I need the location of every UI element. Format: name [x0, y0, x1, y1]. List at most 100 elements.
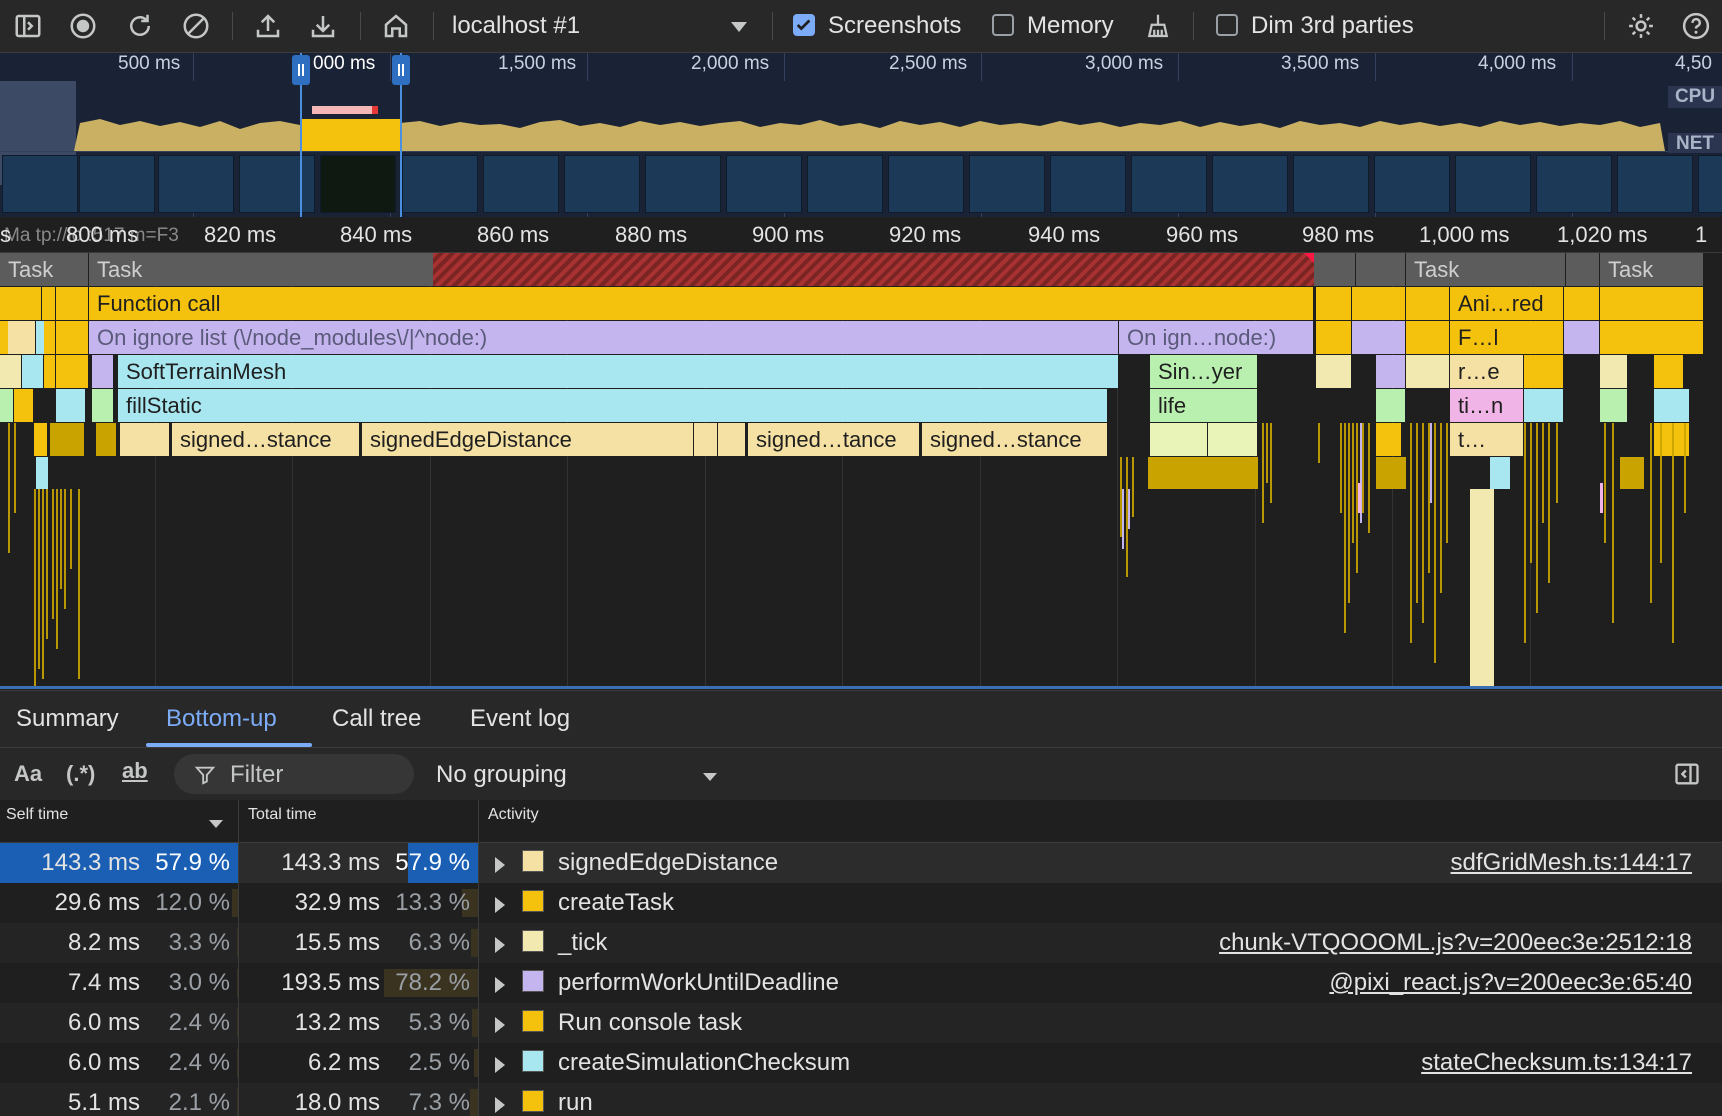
- screenshot-frame[interactable]: [320, 155, 396, 213]
- clear-button[interactable]: [178, 8, 214, 44]
- table-row[interactable]: 6.0 ms 2.4 % 6.2 ms 2.5 % createSimulationCh…: [0, 1043, 1722, 1083]
- flame-entry[interactable]: [1600, 321, 1704, 354]
- sort-descending-icon[interactable]: [208, 816, 224, 834]
- column-activity[interactable]: Activity: [488, 806, 539, 824]
- tab-call-tree[interactable]: Call tree: [332, 705, 421, 733]
- flame-entry[interactable]: r…e: [1450, 355, 1524, 388]
- target-select[interactable]: localhost #1: [452, 12, 580, 40]
- screenshot-frame[interactable]: [645, 155, 721, 213]
- flame-entry[interactable]: [1406, 321, 1450, 354]
- grouping-select[interactable]: No grouping: [436, 761, 567, 789]
- memory-checkbox[interactable]: [992, 14, 1014, 36]
- screenshot-frame[interactable]: [1050, 155, 1126, 213]
- screenshot-frame[interactable]: [79, 155, 155, 213]
- tab-summary[interactable]: Summary: [16, 705, 119, 733]
- filter-input[interactable]: Filter: [174, 754, 414, 794]
- expand-triangle-icon[interactable]: [494, 973, 506, 1001]
- selection-left-handle[interactable]: [292, 55, 310, 85]
- flame-task[interactable]: [1566, 253, 1600, 286]
- flame-animation-frame[interactable]: Ani…red: [1450, 287, 1564, 320]
- flame-fill-static[interactable]: fillStatic: [118, 389, 1108, 422]
- screenshot-frame[interactable]: [239, 155, 315, 213]
- memory-label[interactable]: Memory: [1027, 12, 1114, 40]
- source-link[interactable]: sdfGridMesh.ts:144:17: [1451, 849, 1692, 877]
- flame-entry[interactable]: [1564, 287, 1600, 320]
- flame-entry[interactable]: [1316, 355, 1352, 388]
- screenshots-label[interactable]: Screenshots: [828, 12, 961, 40]
- tab-event-log[interactable]: Event log: [470, 705, 570, 733]
- flame-chart[interactable]: Task Task Task Task Function call Ani…re…: [0, 253, 1722, 689]
- flame-entry[interactable]: [56, 321, 89, 354]
- source-link[interactable]: stateChecksum.ts:134:17: [1421, 1049, 1692, 1077]
- flame-entry[interactable]: [1406, 355, 1450, 388]
- flame-function-call[interactable]: Function call: [89, 287, 1314, 320]
- screenshot-frame[interactable]: [888, 155, 964, 213]
- flame-entry[interactable]: [14, 389, 34, 422]
- home-button[interactable]: [378, 8, 414, 44]
- load-profile-button[interactable]: [250, 8, 286, 44]
- screenshot-frame[interactable]: [564, 155, 640, 213]
- tab-bottom-up[interactable]: Bottom-up: [166, 705, 277, 733]
- table-row[interactable]: 29.6 ms 12.0 % 32.9 ms 13.3 % createTask: [0, 883, 1722, 923]
- flame-entry[interactable]: [1524, 389, 1564, 422]
- flame-entry[interactable]: [42, 287, 56, 320]
- flame-entry[interactable]: [1564, 321, 1600, 354]
- flame-entry[interactable]: [1352, 321, 1406, 354]
- screenshot-frame[interactable]: [158, 155, 234, 213]
- flame-entry[interactable]: [56, 287, 89, 320]
- screenshot-frame[interactable]: [1536, 155, 1612, 213]
- screenshot-frame[interactable]: [969, 155, 1045, 213]
- record-button[interactable]: [65, 8, 101, 44]
- flame-task[interactable]: Task: [1406, 253, 1566, 286]
- expand-triangle-icon[interactable]: [494, 893, 506, 921]
- flame-entry[interactable]: [0, 355, 22, 388]
- flame-entry[interactable]: [0, 389, 14, 422]
- flame-entry[interactable]: [1600, 389, 1628, 422]
- column-self-time[interactable]: Self time: [6, 806, 68, 824]
- chevron-down-icon[interactable]: [730, 20, 748, 38]
- garbage-collect-button[interactable]: [1140, 8, 1176, 44]
- screenshot-frame[interactable]: [402, 155, 478, 213]
- flame-entry[interactable]: [1376, 355, 1406, 388]
- flame-entry[interactable]: [56, 355, 89, 388]
- flame-entry[interactable]: [8, 287, 42, 320]
- screenshot-frame[interactable]: [2, 155, 78, 213]
- toggle-sidebar-button[interactable]: [1673, 760, 1701, 793]
- flame-task[interactable]: [1314, 253, 1356, 286]
- screenshots-checkbox[interactable]: [793, 14, 815, 36]
- flame-ignore-list-short[interactable]: On ign…node:): [1119, 321, 1314, 354]
- chevron-down-icon[interactable]: [702, 769, 718, 787]
- expand-triangle-icon[interactable]: [494, 1013, 506, 1041]
- flame-entry[interactable]: [44, 355, 56, 388]
- flame-entry[interactable]: F…l: [1450, 321, 1564, 354]
- selection-right-handle[interactable]: [392, 55, 410, 85]
- flame-entry[interactable]: [8, 321, 36, 354]
- table-row[interactable]: 143.3 ms 57.9 % 143.3 ms 57.9 % signedEdgeDi…: [0, 843, 1722, 883]
- screenshot-frame[interactable]: [1455, 155, 1531, 213]
- dim-3rd-parties-label[interactable]: Dim 3rd parties: [1251, 12, 1414, 40]
- dim-3rd-parties-checkbox[interactable]: [1216, 14, 1238, 36]
- flame-entry[interactable]: [1352, 287, 1406, 320]
- expand-triangle-icon[interactable]: [494, 933, 506, 961]
- flame-ignore-list[interactable]: On ignore list (\/node_modules\/|^node:): [89, 321, 1119, 354]
- flame-entry[interactable]: [1316, 287, 1352, 320]
- source-link[interactable]: chunk-VTQOOOML.js?v=200eec3e:2512:18: [1219, 929, 1692, 957]
- screenshot-frame[interactable]: [807, 155, 883, 213]
- screenshot-frame[interactable]: [726, 155, 802, 213]
- screenshot-frame[interactable]: [1698, 155, 1722, 213]
- flame-entry[interactable]: [1524, 355, 1564, 388]
- table-row[interactable]: 5.1 ms 2.1 % 18.0 ms 7.3 % run: [0, 1083, 1722, 1116]
- flame-entry[interactable]: [44, 321, 56, 354]
- flame-entry[interactable]: [92, 389, 114, 422]
- match-case-button[interactable]: Aa: [14, 761, 42, 787]
- flame-entry[interactable]: [56, 389, 86, 422]
- flame-entry[interactable]: [1600, 287, 1704, 320]
- flame-entry[interactable]: Sin…yer: [1150, 355, 1258, 388]
- column-total-time[interactable]: Total time: [248, 806, 316, 824]
- screenshot-frame[interactable]: [1212, 155, 1288, 213]
- screenshot-frame[interactable]: [483, 155, 559, 213]
- expand-triangle-icon[interactable]: [494, 1093, 506, 1116]
- help-button[interactable]: [1678, 8, 1714, 44]
- flame-entry[interactable]: [92, 355, 114, 388]
- settings-button[interactable]: [1623, 8, 1659, 44]
